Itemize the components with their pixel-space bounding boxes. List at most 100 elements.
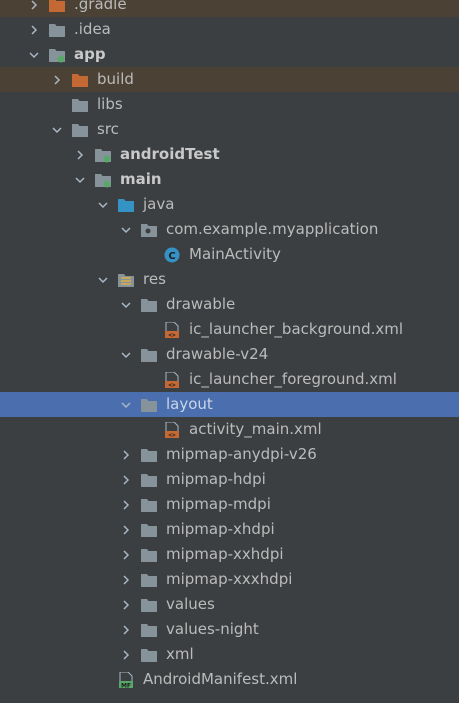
- tree-row-label: activity_main.xml: [189, 420, 322, 438]
- collapse-arrow-icon[interactable]: [119, 392, 133, 417]
- expand-arrow-icon[interactable]: [119, 517, 133, 542]
- tree-row-label: src: [97, 120, 119, 138]
- xml-file-icon: <>: [163, 421, 181, 438]
- tree-row-label: mipmap-anydpi-v26: [166, 445, 317, 463]
- expand-arrow-icon[interactable]: [119, 617, 133, 642]
- tree-row-java[interactable]: java: [0, 192, 459, 217]
- folder-icon: [71, 96, 89, 113]
- tree-row-libs[interactable]: libs: [0, 92, 459, 117]
- expand-arrow-icon[interactable]: [27, 0, 41, 17]
- tree-row-manifest[interactable]: MF AndroidManifest.xml: [0, 667, 459, 692]
- tree-row-mipmap_anydpi[interactable]: mipmap-anydpi-v26: [0, 442, 459, 467]
- folder-icon: [71, 121, 89, 138]
- folder-icon: [140, 446, 158, 463]
- module-folder-icon: [48, 46, 66, 63]
- tree-row-label: MainActivity: [189, 245, 281, 263]
- expand-arrow-icon[interactable]: [73, 142, 87, 167]
- expand-arrow-icon[interactable]: [119, 467, 133, 492]
- tree-row-build[interactable]: build: [0, 67, 459, 92]
- folder-icon: [140, 296, 158, 313]
- tree-row-label: mipmap-xxhdpi: [166, 545, 284, 563]
- manifest-file-icon: MF: [117, 671, 135, 688]
- expand-arrow-icon[interactable]: [119, 492, 133, 517]
- tree-row-label: ic_launcher_foreground.xml: [189, 370, 397, 388]
- tree-row-activity_main[interactable]: <> activity_main.xml: [0, 417, 459, 442]
- tree-row-values_night[interactable]: values-night: [0, 617, 459, 642]
- tree-row-main[interactable]: main: [0, 167, 459, 192]
- tree-row-label: values-night: [166, 620, 259, 638]
- collapse-arrow-icon[interactable]: [73, 167, 87, 192]
- tree-row-drawable[interactable]: drawable: [0, 292, 459, 317]
- tree-row-label: mipmap-mdpi: [166, 495, 271, 513]
- tree-row-label: libs: [97, 95, 123, 113]
- tree-row-mipmap_hdpi[interactable]: mipmap-hdpi: [0, 467, 459, 492]
- module-folder-icon: [94, 146, 112, 163]
- folder-icon: [140, 646, 158, 663]
- tree-row-label: mipmap-hdpi: [166, 470, 266, 488]
- expand-arrow-icon[interactable]: [119, 567, 133, 592]
- tree-row-mainactivity[interactable]: C MainActivity: [0, 242, 459, 267]
- collapse-arrow-icon[interactable]: [119, 292, 133, 317]
- expand-arrow-icon[interactable]: [27, 17, 41, 42]
- folder-icon: [48, 21, 66, 38]
- source-folder-icon: [117, 196, 135, 213]
- tree-row-label: mipmap-xxxhdpi: [166, 570, 293, 588]
- svg-text:<>: <>: [168, 382, 176, 388]
- tree-row-label: .gradle: [74, 0, 127, 13]
- collapse-arrow-icon[interactable]: [96, 267, 110, 292]
- tree-row-label: java: [143, 195, 175, 213]
- tree-row-gradle[interactable]: .gradle: [0, 0, 459, 17]
- collapse-arrow-icon[interactable]: [119, 217, 133, 242]
- tree-row-xml[interactable]: xml: [0, 642, 459, 667]
- folder-icon: [140, 471, 158, 488]
- expand-arrow-icon[interactable]: [119, 442, 133, 467]
- folder-icon: [140, 496, 158, 513]
- folder-icon: [140, 346, 158, 363]
- tree-row-drawable_v24[interactable]: drawable-v24: [0, 342, 459, 367]
- folder-icon: [140, 546, 158, 563]
- expand-arrow-icon[interactable]: [50, 67, 64, 92]
- tree-row-app[interactable]: app: [0, 42, 459, 67]
- tree-row-values[interactable]: values: [0, 592, 459, 617]
- tree-row-ic_bg[interactable]: <> ic_launcher_background.xml: [0, 317, 459, 342]
- tree-row-label: androidTest: [120, 145, 220, 163]
- tree-row-label: .idea: [74, 20, 111, 38]
- svg-text:<>: <>: [168, 332, 176, 338]
- project-tree[interactable]: .gradle .idea app build libs src androidTest ma…: [0, 0, 459, 692]
- expand-arrow-icon[interactable]: [119, 592, 133, 617]
- excluded-folder-icon: [71, 71, 89, 88]
- folder-icon: [140, 596, 158, 613]
- collapse-arrow-icon[interactable]: [96, 192, 110, 217]
- expand-arrow-icon[interactable]: [119, 642, 133, 667]
- expand-arrow-icon[interactable]: [119, 542, 133, 567]
- tree-row-ic_fg[interactable]: <> ic_launcher_foreground.xml: [0, 367, 459, 392]
- tree-row-label: layout: [166, 395, 213, 413]
- tree-row-layout[interactable]: layout: [0, 392, 459, 417]
- tree-row-mipmap_xxxhdpi[interactable]: mipmap-xxxhdpi: [0, 567, 459, 592]
- tree-row-label: mipmap-xhdpi: [166, 520, 275, 538]
- tree-row-label: main: [120, 170, 162, 188]
- collapse-arrow-icon[interactable]: [119, 342, 133, 367]
- tree-row-mipmap_xhdpi[interactable]: mipmap-xhdpi: [0, 517, 459, 542]
- tree-row-label: values: [166, 595, 215, 613]
- folder-icon: [140, 571, 158, 588]
- xml-file-icon: <>: [163, 371, 181, 388]
- tree-row-label: ic_launcher_background.xml: [189, 320, 404, 338]
- folder-icon: [140, 396, 158, 413]
- tree-row-idea[interactable]: .idea: [0, 17, 459, 42]
- xml-file-icon: <>: [163, 321, 181, 338]
- tree-row-mipmap_xxhdpi[interactable]: mipmap-xxhdpi: [0, 542, 459, 567]
- collapse-arrow-icon[interactable]: [50, 117, 64, 142]
- excluded-folder-icon: [48, 0, 66, 13]
- tree-row-label: res: [143, 270, 166, 288]
- tree-row-src[interactable]: src: [0, 117, 459, 142]
- tree-row-mipmap_mdpi[interactable]: mipmap-mdpi: [0, 492, 459, 517]
- folder-icon: [140, 521, 158, 538]
- tree-row-label: drawable-v24: [166, 345, 269, 363]
- tree-row-package[interactable]: com.example.myapplication: [0, 217, 459, 242]
- tree-row-res[interactable]: res: [0, 267, 459, 292]
- collapse-arrow-icon[interactable]: [27, 42, 41, 67]
- tree-row-label: drawable: [166, 295, 236, 313]
- tree-row-androidTest[interactable]: androidTest: [0, 142, 459, 167]
- class-icon: C: [163, 246, 181, 263]
